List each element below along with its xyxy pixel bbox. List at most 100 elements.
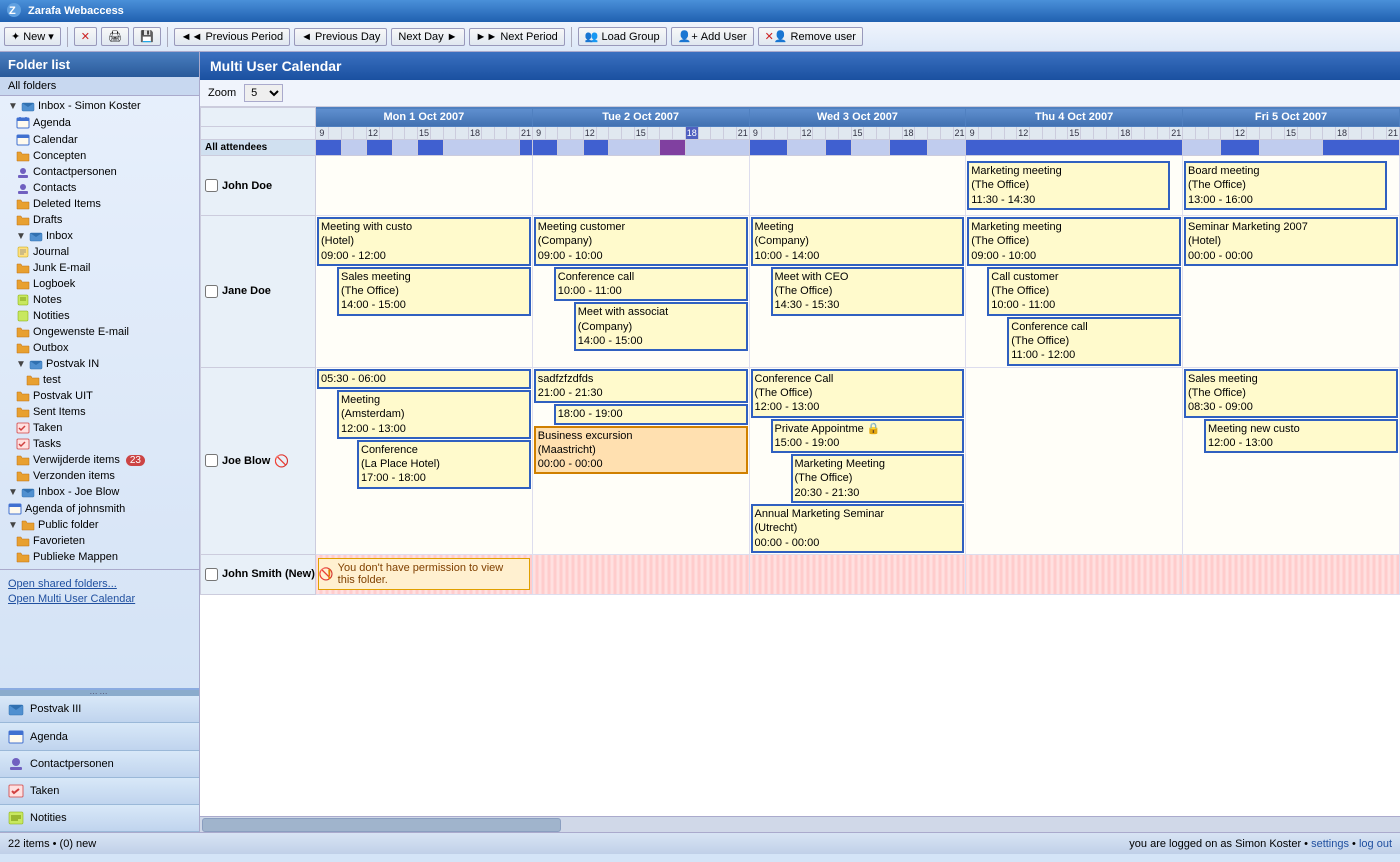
event-annual-seminar[interactable]: Annual Marketing Seminar (Utrecht) 00:00… (751, 504, 965, 553)
john-smith-checkbox[interactable] (205, 568, 218, 581)
event-marketing-meeting-thu[interactable]: Marketing meeting (The Office) 09:00 - 1… (967, 217, 1181, 266)
event-call-customer[interactable]: Call customer (The Office) 10:00 - 11:00 (987, 267, 1181, 316)
status-user-info: you are logged on as Simon Koster • sett… (1129, 838, 1392, 850)
calendar-scroll[interactable]: Mon 1 Oct 2007 Tue 2 Oct 2007 Wed 3 Oct … (200, 107, 1400, 816)
event-board-meeting[interactable]: Board meeting (The Office) 13:00 - 16:00 (1184, 161, 1387, 210)
add-user-button[interactable]: 👤+ Add User (671, 27, 754, 46)
event-meet-associat[interactable]: Meet with associat (Company) 14:00 - 15:… (574, 302, 748, 351)
joe-blow-tue[interactable]: sadfzfzdfds 21:00 - 21:30 18:00 - 19:00 … (532, 367, 749, 554)
sidebar-item-contacts[interactable]: Contacts (0, 180, 199, 196)
joe-blow-wed[interactable]: Conference Call (The Office) 12:00 - 13:… (749, 367, 966, 554)
sidebar-item-favorieten[interactable]: Favorieten (0, 533, 199, 549)
all-att-empty (928, 140, 966, 156)
sidebar-item-sent[interactable]: Sent Items (0, 404, 199, 420)
quick-item-agenda[interactable]: Agenda (0, 723, 199, 751)
event-private[interactable]: Private Appointme 🔒 15:00 - 19:00 (771, 419, 965, 454)
quick-item-postvak[interactable]: Postvak III (0, 696, 199, 723)
sidebar-item-ongewenste[interactable]: Ongewenste E-mail (0, 324, 199, 340)
load-group-button[interactable]: 👥 Load Group (578, 27, 667, 46)
jane-doe-tue[interactable]: Meeting customer (Company) 09:00 - 10:00… (532, 216, 749, 368)
sidebar-item-logboek[interactable]: Logboek (0, 276, 199, 292)
event-sales-fri[interactable]: Sales meeting (The Office) 08:30 - 09:00 (1184, 369, 1398, 418)
sidebar-item-inbox[interactable]: ▼ Inbox (0, 228, 199, 244)
sidebar-item-outbox[interactable]: Outbox (0, 340, 199, 356)
event-1800[interactable]: 18:00 - 19:00 (554, 404, 748, 424)
sidebar-item-inbox-simon[interactable]: ▼ Inbox - Simon Koster (0, 98, 199, 114)
all-folders-link[interactable]: All folders (0, 77, 199, 96)
hscrollbar-thumb[interactable] (202, 818, 561, 832)
sidebar-item-deleted[interactable]: Deleted Items (0, 196, 199, 212)
event-meeting-amsterdam[interactable]: Meeting (Amsterdam) 12:00 - 13:00 (337, 390, 531, 439)
event-marketing-meeting-wed[interactable]: Marketing Meeting (The Office) 20:30 - 2… (791, 454, 965, 503)
sidebar-item-publieke-mappen[interactable]: Publieke Mappen (0, 549, 199, 565)
john-doe-checkbox[interactable] (205, 179, 218, 192)
jane-doe-wed[interactable]: Meeting (Company) 10:00 - 14:00 Meet wit… (749, 216, 966, 368)
sidebar-item-agenda[interactable]: Agenda (0, 114, 199, 131)
jane-doe-checkbox[interactable] (205, 285, 218, 298)
prev-period-button[interactable]: ◄◄ Previous Period (174, 28, 290, 46)
event-meeting-co[interactable]: Meeting (Company) 10:00 - 14:00 (751, 217, 965, 266)
event-conference-la-place[interactable]: Conference (La Place Hotel) 17:00 - 18:0… (357, 440, 531, 489)
joe-blow-thu[interactable] (966, 367, 1183, 554)
quick-item-contactpersonen[interactable]: Contactpersonen (0, 751, 199, 778)
joe-blow-mon[interactable]: 05:30 - 06:00 Meeting (Amsterdam) 12:00 … (316, 367, 533, 554)
john-doe-wed[interactable] (749, 156, 966, 216)
john-doe-fri[interactable]: Board meeting (The Office) 13:00 - 16:00 (1183, 156, 1400, 216)
event-conference-call-thu[interactable]: Conference call (The Office) 11:00 - 12:… (1007, 317, 1181, 366)
jane-doe-mon[interactable]: Meeting with custo (Hotel) 09:00 - 12:00… (316, 216, 533, 368)
sidebar-item-verwijderde[interactable]: Verwijderde items 23 (0, 452, 199, 468)
john-doe-thu[interactable]: Marketing meeting (The Office) 11:30 - 1… (966, 156, 1183, 216)
next-day-button[interactable]: Next Day ► (391, 28, 464, 46)
prev-day-button[interactable]: ◄ Previous Day (294, 28, 387, 46)
logout-link[interactable]: log out (1359, 838, 1392, 850)
sidebar-item-concepten[interactable]: Concepten (0, 148, 199, 164)
event-sales-meeting[interactable]: Sales meeting (The Office) 14:00 - 15:00 (337, 267, 531, 316)
joe-blow-checkbox[interactable] (205, 454, 218, 467)
jane-doe-fri[interactable]: Seminar Marketing 2007 (Hotel) 00:00 - 0… (1183, 216, 1400, 368)
print-button[interactable]: 🖨 (101, 27, 129, 46)
event-meet-ceo[interactable]: Meet with CEO (The Office) 14:30 - 15:30 (771, 267, 965, 316)
open-multi-user-link[interactable]: Open Multi User Calendar (8, 593, 191, 605)
sidebar-item-verzonden[interactable]: Verzonden items (0, 468, 199, 484)
sidebar-item-notities[interactable]: Notities (0, 308, 199, 324)
event-meeting-hotel[interactable]: Meeting with custo (Hotel) 09:00 - 12:00 (317, 217, 531, 266)
sidebar-item-calendar[interactable]: Calendar (0, 131, 199, 148)
sidebar-item-postvak-uit[interactable]: Postvak UIT (0, 388, 199, 404)
event-conference-call[interactable]: Conference call 10:00 - 11:00 (554, 267, 748, 302)
sidebar-item-journal[interactable]: Journal (0, 244, 199, 260)
sidebar-item-contactpersonen[interactable]: Contactpersonen (0, 164, 199, 180)
delete-button[interactable]: ✕ (74, 27, 97, 46)
john-doe-mon[interactable] (316, 156, 533, 216)
event-0530[interactable]: 05:30 - 06:00 (317, 369, 531, 389)
event-meeting-company[interactable]: Meeting customer (Company) 09:00 - 10:00 (534, 217, 748, 266)
sidebar-item-tasks[interactable]: Tasks (0, 436, 199, 452)
settings-link[interactable]: settings (1311, 838, 1349, 850)
event-business-excursion[interactable]: Business excursion (Maastricht) 00:00 - … (534, 426, 748, 475)
remove-user-button[interactable]: ✕👤 Remove user (758, 27, 863, 46)
sidebar-item-test[interactable]: test (0, 372, 199, 388)
event-sadfz[interactable]: sadfzfzdfds 21:00 - 21:30 (534, 369, 748, 404)
event-meeting-new[interactable]: Meeting new custo 12:00 - 13:00 (1204, 419, 1398, 454)
new-button[interactable]: ✦ New ▾ (4, 27, 61, 46)
sidebar-item-junk[interactable]: Junk E-mail (0, 260, 199, 276)
zoom-select[interactable]: 5 10 15 30 (244, 84, 283, 102)
hscrollbar[interactable] (200, 816, 1400, 832)
jane-doe-thu[interactable]: Marketing meeting (The Office) 09:00 - 1… (966, 216, 1183, 368)
event-seminar[interactable]: Seminar Marketing 2007 (Hotel) 00:00 - 0… (1184, 217, 1398, 266)
joe-blow-fri[interactable]: Sales meeting (The Office) 08:30 - 09:00… (1183, 367, 1400, 554)
sidebar-item-postvak-in[interactable]: ▼ Postvak IN (0, 356, 199, 372)
sidebar-item-public-folder[interactable]: ▼ Public folder (0, 517, 199, 533)
sidebar-item-agenda-john[interactable]: Agenda of johnsmith (0, 500, 199, 517)
sidebar-item-inbox-joe[interactable]: ▼ Inbox - Joe Blow (0, 484, 199, 500)
sidebar-item-drafts[interactable]: Drafts (0, 212, 199, 228)
john-doe-tue[interactable] (532, 156, 749, 216)
save-button[interactable]: 💾 (133, 27, 161, 46)
quick-item-notities[interactable]: Notities (0, 805, 199, 832)
sidebar-item-taken[interactable]: Taken (0, 420, 199, 436)
open-shared-link[interactable]: Open shared folders... (8, 578, 191, 590)
sidebar-item-notes[interactable]: Notes (0, 292, 199, 308)
event-marketing-meeting[interactable]: Marketing meeting (The Office) 11:30 - 1… (967, 161, 1170, 210)
next-period-button[interactable]: ►► Next Period (469, 28, 565, 46)
event-conf-call[interactable]: Conference Call (The Office) 12:00 - 13:… (751, 369, 965, 418)
quick-item-taken[interactable]: Taken (0, 778, 199, 805)
